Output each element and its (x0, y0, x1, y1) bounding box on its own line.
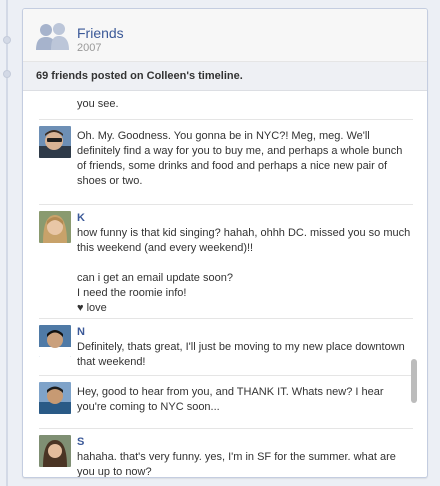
friends-summary: 69 friends posted on Colleen's timeline. (23, 62, 427, 91)
post-author-name[interactable]: Ka (77, 212, 85, 224)
post-item: you see. (39, 91, 413, 120)
card-title[interactable]: Friends (77, 25, 124, 41)
post-text: how funny is that kid singing? hahah, oh… (77, 227, 411, 314)
man-sunglasses-avatar[interactable] (39, 126, 71, 158)
posts-feed[interactable]: you see. Oh. My. Goodness. You gonna be … (23, 91, 427, 478)
post-text: Hey, good to hear from you, and THANK IT… (77, 386, 384, 413)
timeline-dot (3, 70, 11, 78)
friends-silhouette-icon (36, 21, 70, 51)
post-author-name[interactable]: N (77, 326, 85, 338)
man-dark-hair-avatar[interactable] (39, 325, 71, 357)
post-item: S hahaha. that's very funny. yes, I'm in… (39, 429, 413, 478)
woman-brunette-avatar[interactable] (39, 435, 71, 467)
man-outdoors-avatar[interactable] (39, 382, 71, 414)
timeline-dot (3, 36, 11, 44)
post-item: Hey, good to hear from you, and THANK IT… (39, 376, 413, 429)
friends-posts-card: Friends 2007 69 friends posted on Collee… (22, 8, 428, 478)
post-item: Oh. My. Goodness. You gonna be in NYC?! … (39, 120, 413, 205)
feed-scrollbar-thumb[interactable] (411, 359, 417, 403)
woman-blonde-avatar[interactable] (39, 211, 71, 243)
post-text: Definitely, thats great, I'll just be mo… (77, 341, 405, 368)
post-text: Oh. My. Goodness. You gonna be in NYC?! … (77, 130, 403, 187)
post-item: Ka how funny is that kid singing? hahah,… (39, 205, 413, 319)
post-item: N Definitely, thats great, I'll just be … (39, 319, 413, 376)
card-year: 2007 (77, 42, 102, 54)
post-author-name[interactable]: S (77, 436, 85, 448)
post-text: hahaha. that's very funny. yes, I'm in S… (77, 451, 396, 478)
post-text: you see. (77, 98, 119, 110)
card-header: Friends 2007 (23, 9, 427, 62)
